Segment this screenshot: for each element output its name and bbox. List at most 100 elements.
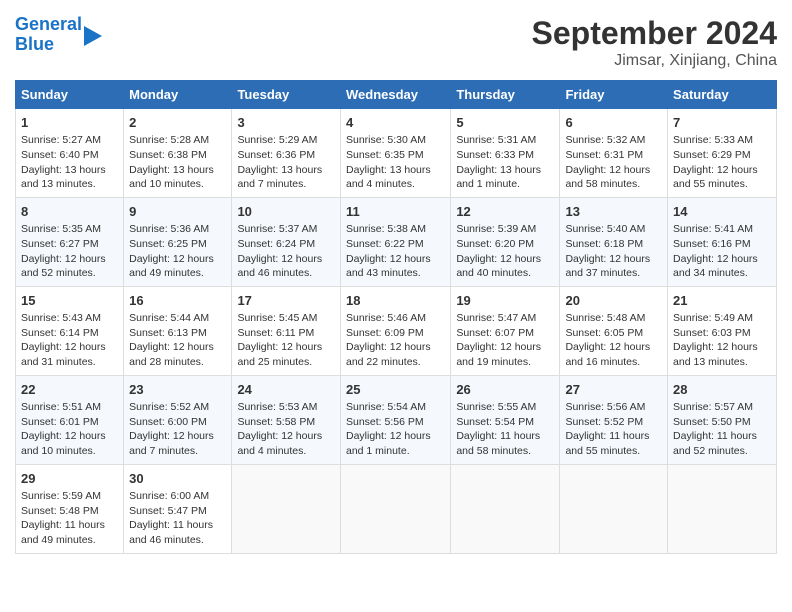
daylight-text: Daylight: 12 hours and 46 minutes. (237, 253, 322, 280)
table-row: 18Sunrise: 5:46 AMSunset: 6:09 PMDayligh… (340, 286, 450, 375)
table-row: 28 Sunrise: 5:57 AM Sunset: 5:50 PM Dayligh… (668, 375, 777, 464)
day-number: 24 (237, 381, 335, 399)
table-row: 19Sunrise: 5:47 AMSunset: 6:07 PMDayligh… (451, 286, 560, 375)
sunset-text: Sunset: 5:54 PM (456, 416, 534, 428)
calendar-week-row: 15Sunrise: 5:43 AMSunset: 6:14 PMDayligh… (16, 286, 777, 375)
sunset-text: Sunset: 6:01 PM (21, 416, 99, 428)
daylight-text: Daylight: 12 hours and 31 minutes. (21, 341, 106, 368)
table-row: 15Sunrise: 5:43 AMSunset: 6:14 PMDayligh… (16, 286, 124, 375)
sunset-text: Sunset: 5:56 PM (346, 416, 424, 428)
table-row: 26Sunrise: 5:55 AMSunset: 5:54 PMDayligh… (451, 375, 560, 464)
table-row: 1Sunrise: 5:27 AMSunset: 6:40 PMDaylight… (16, 109, 124, 198)
sunset-text: Sunset: 6:35 PM (346, 149, 424, 161)
sunset-text: Sunset: 6:16 PM (673, 238, 751, 250)
daylight-text: Daylight: 12 hours and 19 minutes. (456, 341, 541, 368)
day-number: 21 (673, 292, 771, 310)
table-row: 6Sunrise: 5:32 AMSunset: 6:31 PMDaylight… (560, 109, 668, 198)
sunset-text: Sunset: 5:50 PM (673, 416, 751, 428)
day-number: 28 (673, 381, 771, 399)
calendar-week-row: 8Sunrise: 5:35 AMSunset: 6:27 PMDaylight… (16, 197, 777, 286)
logo-text-blue: Blue (15, 34, 54, 54)
sunrise-text: Sunrise: 5:57 AM (673, 401, 753, 413)
sunrise-text: Sunrise: 5:33 AM (673, 134, 753, 146)
day-number: 17 (237, 292, 335, 310)
sunrise-text: Sunrise: 5:41 AM (673, 223, 753, 235)
daylight-text: Daylight: 12 hours and 13 minutes. (673, 341, 758, 368)
title-block: September 2024 Jimsar, Xinjiang, China (532, 15, 777, 70)
daylight-text: Daylight: 12 hours and 52 minutes. (21, 253, 106, 280)
daylight-text: Daylight: 12 hours and 7 minutes. (129, 430, 214, 457)
calendar-week-row: 1Sunrise: 5:27 AMSunset: 6:40 PMDaylight… (16, 109, 777, 198)
sunrise-text: Sunrise: 5:56 AM (565, 401, 645, 413)
daylight-text: Daylight: 12 hours and 10 minutes. (21, 430, 106, 457)
table-row: 12Sunrise: 5:39 AMSunset: 6:20 PMDayligh… (451, 197, 560, 286)
sunset-text: Sunset: 6:31 PM (565, 149, 643, 161)
daylight-text: Daylight: 12 hours and 40 minutes. (456, 253, 541, 280)
table-row: 29Sunrise: 5:59 AMSunset: 5:48 PMDayligh… (16, 464, 124, 553)
header-row: Sunday Monday Tuesday Wednesday Thursday… (16, 81, 777, 109)
day-number: 23 (129, 381, 226, 399)
table-row: 8Sunrise: 5:35 AMSunset: 6:27 PMDaylight… (16, 197, 124, 286)
table-row: 21Sunrise: 5:49 AMSunset: 6:03 PMDayligh… (668, 286, 777, 375)
sunrise-text: Sunrise: 5:59 AM (21, 490, 101, 502)
sunset-text: Sunset: 6:40 PM (21, 149, 99, 161)
daylight-text: Daylight: 13 hours and 7 minutes. (237, 164, 322, 191)
col-saturday: Saturday (668, 81, 777, 109)
col-thursday: Thursday (451, 81, 560, 109)
daylight-text: Daylight: 13 hours and 4 minutes. (346, 164, 431, 191)
sunrise-text: Sunrise: 5:49 AM (673, 312, 753, 324)
sunrise-text: Sunrise: 5:48 AM (565, 312, 645, 324)
daylight-text: Daylight: 13 hours and 13 minutes. (21, 164, 106, 191)
col-sunday: Sunday (16, 81, 124, 109)
sunrise-text: Sunrise: 6:00 AM (129, 490, 209, 502)
sunset-text: Sunset: 6:25 PM (129, 238, 207, 250)
day-number: 18 (346, 292, 445, 310)
sunset-text: Sunset: 6:00 PM (129, 416, 207, 428)
daylight-text: Daylight: 12 hours and 4 minutes. (237, 430, 322, 457)
table-row: 23Sunrise: 5:52 AMSunset: 6:00 PMDayligh… (124, 375, 232, 464)
table-row: 5 Sunrise: 5:31 AM Sunset: 6:33 PM Daylight… (451, 109, 560, 198)
table-row: 9Sunrise: 5:36 AMSunset: 6:25 PMDaylight… (124, 197, 232, 286)
sunset-text: Sunset: 6:09 PM (346, 327, 424, 339)
table-row: 16Sunrise: 5:44 AMSunset: 6:13 PMDayligh… (124, 286, 232, 375)
daylight-text: Daylight: 12 hours and 28 minutes. (129, 341, 214, 368)
table-row: 4Sunrise: 5:30 AMSunset: 6:35 PMDaylight… (340, 109, 450, 198)
table-row (340, 464, 450, 553)
day-number: 12 (456, 203, 554, 221)
sunrise-text: Sunrise: 5:29 AM (237, 134, 317, 146)
col-monday: Monday (124, 81, 232, 109)
sunrise-text: Sunrise: 5:54 AM (346, 401, 426, 413)
day-number: 4 (346, 114, 445, 132)
table-row: 24Sunrise: 5:53 AMSunset: 5:58 PMDayligh… (232, 375, 341, 464)
daylight-text: Daylight: 12 hours and 55 minutes. (673, 164, 758, 191)
daylight-text: Daylight: 12 hours and 25 minutes. (237, 341, 322, 368)
sunrise-text: Sunrise: 5:45 AM (237, 312, 317, 324)
sunset-text: Sunset: 5:52 PM (565, 416, 643, 428)
daylight-text: Daylight: 13 hours and 1 minute. (456, 164, 541, 191)
daylight-text: Daylight: 11 hours and 52 minutes. (673, 430, 757, 457)
day-number: 11 (346, 203, 445, 221)
sunset-text: Sunset: 6:29 PM (673, 149, 751, 161)
daylight-text: Daylight: 12 hours and 37 minutes. (565, 253, 650, 280)
table-row: 13Sunrise: 5:40 AMSunset: 6:18 PMDayligh… (560, 197, 668, 286)
table-row: 17Sunrise: 5:45 AMSunset: 6:11 PMDayligh… (232, 286, 341, 375)
sunset-text: Sunset: 6:05 PM (565, 327, 643, 339)
day-number: 15 (21, 292, 118, 310)
calendar-week-row: 22Sunrise: 5:51 AMSunset: 6:01 PMDayligh… (16, 375, 777, 464)
sunrise-text: Sunrise: 5:31 AM (456, 134, 536, 146)
sunrise-text: Sunrise: 5:46 AM (346, 312, 426, 324)
table-row (560, 464, 668, 553)
logo-text-general: General (15, 14, 82, 34)
sunset-text: Sunset: 6:33 PM (456, 149, 534, 161)
sunrise-text: Sunrise: 5:32 AM (565, 134, 645, 146)
sunrise-text: Sunrise: 5:28 AM (129, 134, 209, 146)
day-number: 29 (21, 470, 118, 488)
sunrise-text: Sunrise: 5:40 AM (565, 223, 645, 235)
day-number: 5 (456, 114, 554, 132)
table-row: 2Sunrise: 5:28 AMSunset: 6:38 PMDaylight… (124, 109, 232, 198)
daylight-text: Daylight: 12 hours and 1 minute. (346, 430, 431, 457)
table-row: 7Sunrise: 5:33 AMSunset: 6:29 PMDaylight… (668, 109, 777, 198)
day-number: 25 (346, 381, 445, 399)
daylight-text: Daylight: 12 hours and 34 minutes. (673, 253, 758, 280)
calendar-week-row: 29Sunrise: 5:59 AMSunset: 5:48 PMDayligh… (16, 464, 777, 553)
